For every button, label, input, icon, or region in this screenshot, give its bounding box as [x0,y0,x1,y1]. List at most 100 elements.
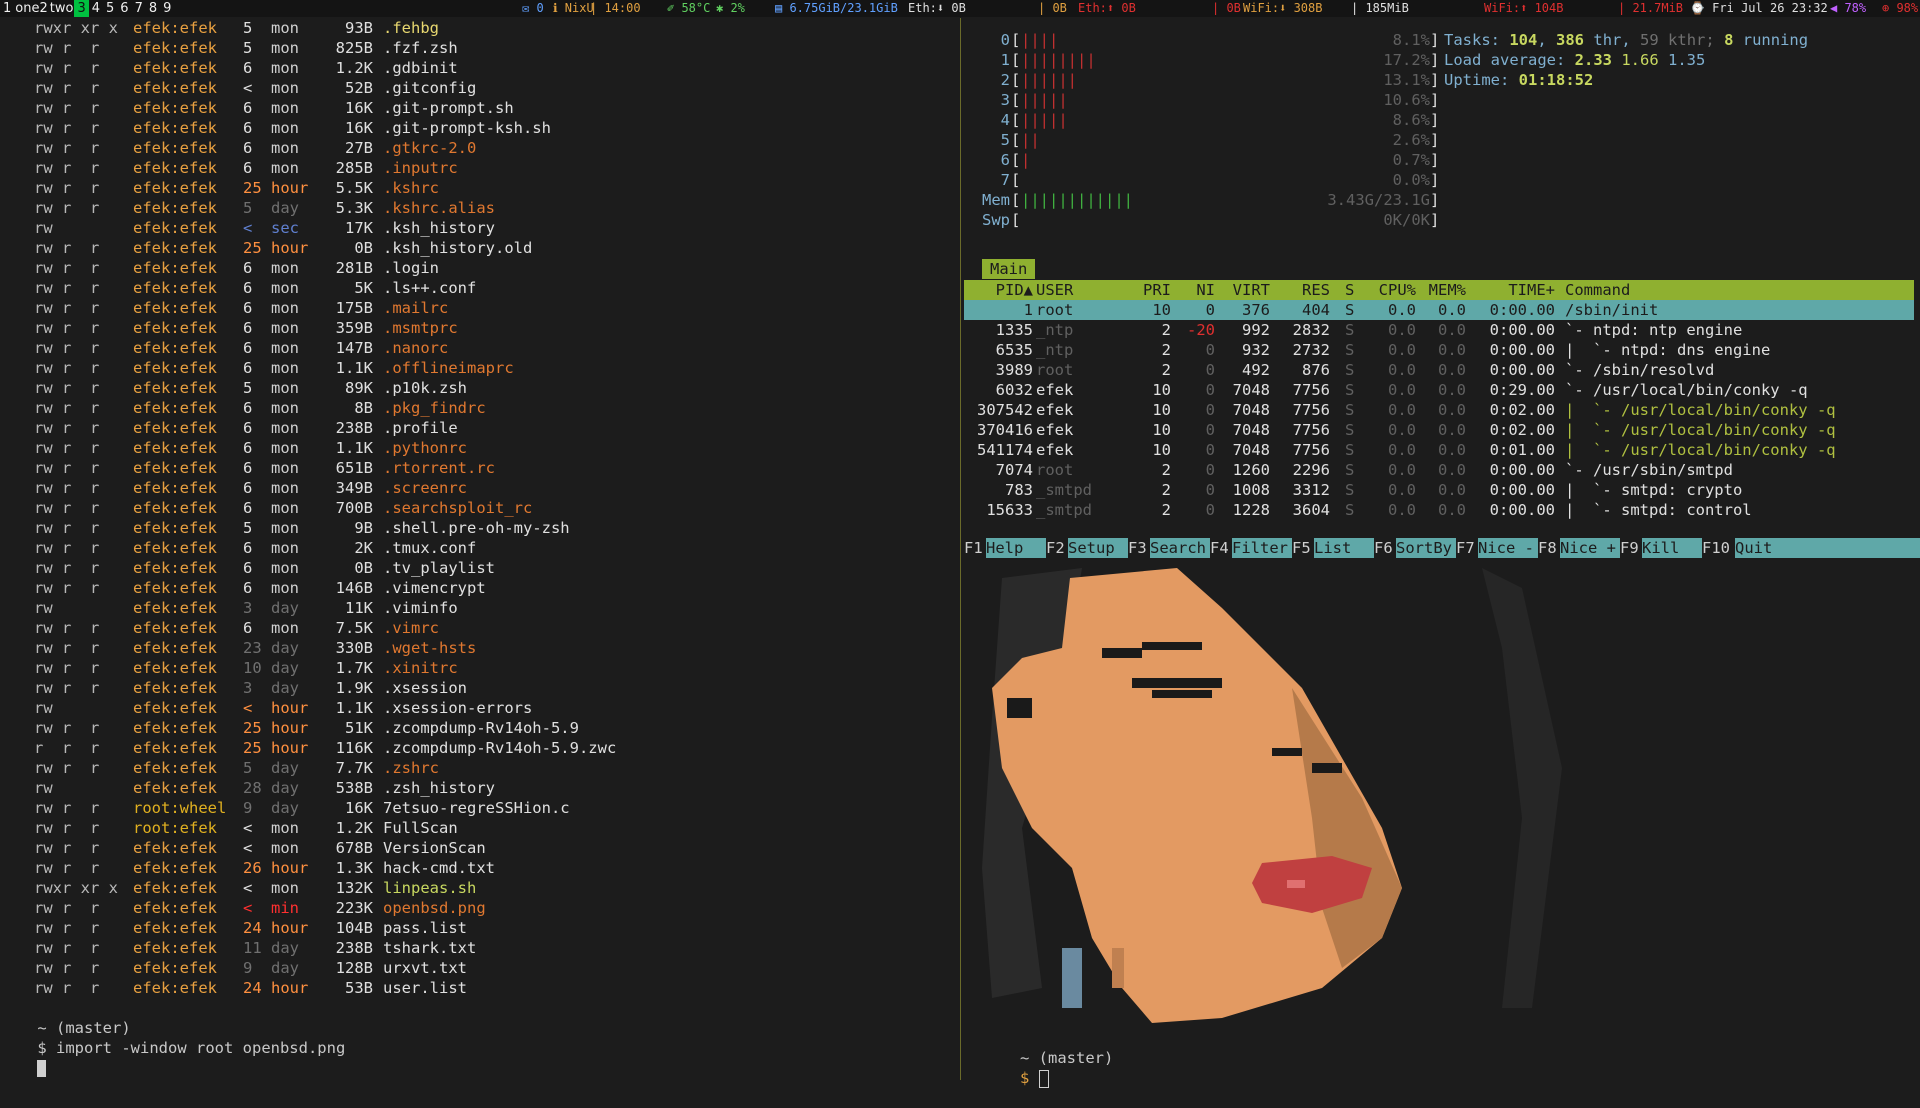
list-item[interactable]: rw r r efek:efek 6 mon 0B .tv_playlist [0,558,960,578]
table-row[interactable]: 307542 efek 10 0 7048 7756 S 0.0 0.0 0:02.00 | `- … [964,400,1914,420]
list-item[interactable]: rw r r efek:efek 6 mon 349B .screenrc [0,478,960,498]
list-item[interactable]: rw r r root:efek < mon 1.2K FullScan [0,818,960,838]
list-item[interactable]: rw r r efek:efek 6 mon 281B .login [0,258,960,278]
table-row[interactable]: 6535 _ntp 2 0 932 2732 S 0.0 0.0 0:00.00 | `- ntpd… [964,340,1914,360]
fkey-f7[interactable]: F7 [1456,538,1475,558]
list-item[interactable]: rw r r root:wheel 9 day 16K 7etsuo-regreSSHio… [0,798,960,818]
fkey-label[interactable]: Setup [1068,538,1128,558]
table-row[interactable]: 15633 _smtpd 2 0 1228 3604 S 0.0 0.0 0:00.00 | `- … [964,500,1914,520]
list-item[interactable]: rw r r efek:efek 6 mon 175B .mailrc [0,298,960,318]
fkey-f6[interactable]: F6 [1374,538,1393,558]
column-header[interactable]: RES [1302,280,1330,300]
table-row[interactable]: 6032 efek 10 0 7048 7756 S 0.0 0.0 0:29.00 `- /usr… [964,380,1914,400]
fkey-f2[interactable]: F2 [1046,538,1065,558]
fkey-label[interactable]: SortBy [1396,538,1456,558]
list-item[interactable]: rw r r efek:efek 25 hour 51K .zcompdump-Rv14o… [0,718,960,738]
list-item[interactable]: rw r r efek:efek 25 hour 5.5K .kshrc [0,178,960,198]
list-item[interactable]: rw r r efek:efek 10 day 1.7K .xinitrc [0,658,960,678]
list-item[interactable]: rw r r efek:efek < mon 52B .gitconfig [0,78,960,98]
list-item[interactable]: rw r r efek:efek 6 mon 700B .searchsploit_rc [0,498,960,518]
list-item[interactable]: rw r r efek:efek 6 mon 147B .nanorc [0,338,960,358]
command-line[interactable]: $ import -window root openbsd.png [0,1018,960,1057]
fkey-label[interactable]: Kill [1642,538,1702,558]
list-item[interactable]: rw r r efek:efek < mon 678B VersionScan [0,838,960,858]
list-item[interactable]: rw r r efek:efek 6 mon 285B .inputrc [0,158,960,178]
table-row[interactable]: 3989 root 2 0 492 876 S 0.0 0.0 0:00.00 `- /sbin/r… [964,360,1914,380]
table-row[interactable]: 783 _smtpd 2 0 1008 3312 S 0.0 0.0 0:00.00 | `- sm… [964,480,1914,500]
cursor-line[interactable] [0,1038,960,1077]
list-item[interactable]: rw r r efek:efek 6 mon 651B .rtorrent.rc [0,458,960,478]
list-item[interactable]: r r r efek:efek 25 hour 116K .zcompdump-Rv14o… [0,738,960,758]
column-header[interactable]: CPU% [1379,280,1416,300]
fkey-label[interactable]: Nice - [1478,538,1538,558]
fkey-f4[interactable]: F4 [1210,538,1229,558]
list-item[interactable]: rwxr xr x efek:efek 5 mon 93B .fehbg [0,18,960,38]
command-line[interactable]: $ [964,1048,1113,1088]
table-row[interactable]: 7074 root 2 0 1260 2296 S 0.0 0.0 0:00.00 `- /usr/… [964,460,1914,480]
list-item[interactable]: rw r r efek:efek < min 223K openbsd.png [0,898,960,918]
list-item[interactable]: rw efek:efek < sec 17K .ksh_history [0,218,960,238]
list-item[interactable]: rw r r efek:efek 6 mon 1.2K .gdbinit [0,58,960,78]
list-item[interactable]: rw efek:efek 3 day 11K .viminfo [0,598,960,618]
list-item[interactable]: rw r r efek:efek 3 day 1.9K .xsession [0,678,960,698]
fkey-label[interactable]: Nice + [1560,538,1620,558]
fkey-f9[interactable]: F9 [1620,538,1639,558]
column-header[interactable]: USER [1036,280,1073,300]
column-header[interactable]: PID▲ [996,280,1033,300]
list-item[interactable]: rw efek:efek < hour 1.1K .xsession-errors [0,698,960,718]
list-item[interactable]: rw efek:efek 28 day 538B .zsh_history [0,778,960,798]
list-item[interactable]: rw r r efek:efek 9 day 128B urxvt.txt [0,958,960,978]
list-item[interactable]: rw r r efek:efek 5 mon 825B .fzf.zsh [0,38,960,58]
column-header[interactable]: VIRT [1233,280,1270,300]
function-key-bar[interactable]: F1 Help F2 Setup F3 Search F4 Filter F5 List F6 Sor… [964,538,1920,558]
fkey-f10[interactable]: F10 [1702,538,1730,558]
fkey-f5[interactable]: F5 [1292,538,1311,558]
list-item[interactable]: rw r r efek:efek 5 mon 89K .p10k.zsh [0,378,960,398]
fkey-label[interactable]: Search [1150,538,1210,558]
fkey-label[interactable]: Filter [1232,538,1292,558]
table-row[interactable]: 541174 efek 10 0 7048 7756 S 0.0 0.0 0:01.00 | `- … [964,440,1914,460]
fkey-f3[interactable]: F3 [1128,538,1147,558]
list-item[interactable]: rwxr xr x efek:efek < mon 132K linpeas.sh [0,878,960,898]
list-item[interactable]: rw r r efek:efek 5 mon 9B .shell.pre-oh-my-zs… [0,518,960,538]
column-header[interactable]: TIME+ [1508,280,1555,300]
column-header[interactable]: PRI [1143,280,1171,300]
list-item[interactable]: rw r r efek:efek 6 mon 238B .profile [0,418,960,438]
list-item[interactable]: rw r r efek:efek 23 day 330B .wget-hsts [0,638,960,658]
list-item[interactable]: rw r r efek:efek 6 mon 1.1K .pythonrc [0,438,960,458]
terminal-right[interactable]: 0[|||| 8.1%] 1[|||||||| 17.2%] 2[|||||| 13.1%… [962,18,1920,1088]
list-item[interactable]: rw r r efek:efek 6 mon 8B .pkg_findrc [0,398,960,418]
fkey-f1[interactable]: F1 [964,538,983,558]
list-item[interactable]: rw r r efek:efek 25 hour 0B .ksh_history.old [0,238,960,258]
list-item[interactable]: rw r r efek:efek 26 hour 1.3K hack-cmd.txt [0,858,960,878]
right-prompt[interactable]: ~ (master) $ [964,1028,1113,1088]
list-item[interactable]: rw r r efek:efek 11 day 238B tshark.txt [0,938,960,958]
list-item[interactable]: rw r r efek:efek 6 mon 5K .ls++.conf [0,278,960,298]
list-item[interactable]: rw r r efek:efek 5 day 7.7K .zshrc [0,758,960,778]
fkey-f8[interactable]: F8 [1538,538,1557,558]
fkey-label[interactable]: List [1314,538,1374,558]
list-item[interactable]: rw r r efek:efek 6 mon 359B .msmtprc [0,318,960,338]
terminal-left[interactable]: rwxr xr x efek:efek 5 mon 93B .fehbg rw r r efe… [0,18,961,1080]
fkey-label[interactable]: Help [986,538,1046,558]
process-table-header[interactable]: PID▲ USER PRI NI VIRT RES S CPU% MEM% TIME+ Comman… [964,280,1914,300]
list-item[interactable]: rw r r efek:efek 6 mon 7.5K .vimrc [0,618,960,638]
list-item[interactable]: rw r r efek:efek 6 mon 16K .git-prompt.sh [0,98,960,118]
list-item[interactable]: rw r r efek:efek 24 hour 53B user.list [0,978,960,998]
list-item[interactable]: rw r r efek:efek 6 mon 1.1K .offlineimaprc [0,358,960,378]
list-item[interactable]: rw r r efek:efek 24 hour 104B pass.list [0,918,960,938]
column-header[interactable]: NI [1196,280,1215,300]
table-row[interactable]: 1335 _ntp 2 -20 992 2832 S 0.0 0.0 0:00.00 `- ntpd… [964,320,1914,340]
list-item[interactable]: rw r r efek:efek 6 mon 2K .tmux.conf [0,538,960,558]
list-item[interactable]: rw r r efek:efek 6 mon 146B .vimencrypt [0,578,960,598]
table-row[interactable]: 370416 efek 10 0 7048 7756 S 0.0 0.0 0:02.00 | `- … [964,420,1914,440]
list-item[interactable]: rw r r efek:efek 5 day 5.3K .kshrc.alias [0,198,960,218]
list-item[interactable]: rw r r efek:efek 6 mon 16K .git-prompt-ksh.sh [0,118,960,138]
table-row[interactable]: 1 root 10 0 376 404 S 0.0 0.0 0:00.00/sbin/init [964,300,1914,320]
list-item[interactable]: rw r r efek:efek 6 mon 27B .gtkrc-2.0 [0,138,960,158]
column-header[interactable]: Command [1565,280,1630,300]
column-header[interactable]: MEM% [1429,280,1466,300]
column-header[interactable]: S [1345,280,1354,300]
fkey-label[interactable]: Quit [1735,538,1920,558]
tab-main[interactable]: Main [982,259,1036,279]
